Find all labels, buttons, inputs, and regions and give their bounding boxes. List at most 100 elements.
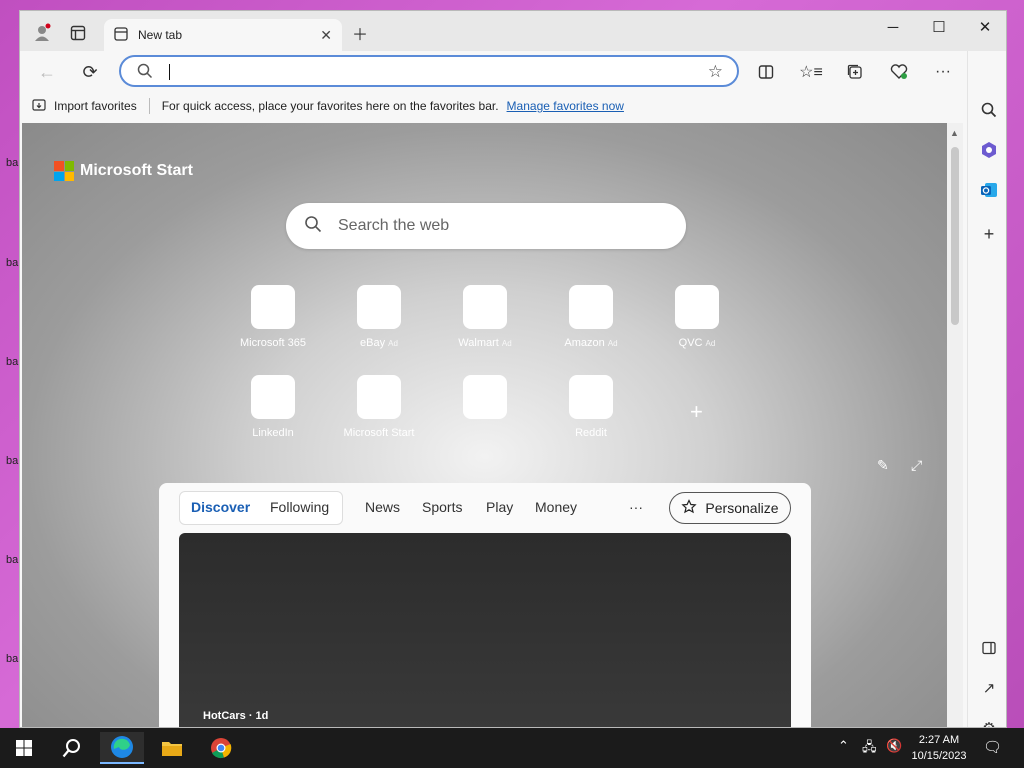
tile-label: LinkedIn — [252, 427, 294, 439]
brand-name: Microsoft Start — [80, 162, 193, 179]
close-window-button[interactable]: ✕ — [962, 11, 1006, 43]
ad-badge: Ad — [388, 339, 398, 348]
maximize-button[interactable]: ☐ — [916, 11, 962, 43]
ad-badge: Ad — [501, 339, 512, 348]
quick-link-tile[interactable]: Microsoft Start — [334, 375, 424, 439]
collections-icon[interactable] — [840, 57, 870, 87]
desktop-icon-label[interactable]: ba — [6, 356, 18, 368]
add-site-icon[interactable]: + — [690, 399, 703, 425]
tile-label: eBay — [360, 337, 386, 349]
split-screen-icon[interactable] — [751, 57, 781, 87]
new-tab-button[interactable]: ＋ — [346, 19, 374, 47]
tab-play[interactable]: Play — [486, 499, 513, 515]
quick-link-tile[interactable]: eBay Ad — [334, 285, 424, 349]
chrome-icon[interactable] — [199, 732, 243, 764]
manage-favorites-link[interactable]: Manage favorites now — [507, 99, 624, 113]
add-sidebar-app-icon[interactable]: + — [976, 221, 1002, 247]
profile-icon[interactable] — [28, 19, 56, 47]
tab-sports[interactable]: Sports — [422, 499, 462, 515]
quick-link-tile[interactable]: Microsoft 365 — [228, 285, 318, 349]
hide-sidebar-icon[interactable] — [976, 635, 1002, 661]
file-explorer-icon[interactable] — [150, 732, 194, 764]
favorites-icon[interactable]: ☆≡ — [796, 57, 826, 87]
quick-link-tile[interactable] — [440, 375, 530, 427]
outlook-icon[interactable] — [976, 177, 1002, 203]
tile-icon — [357, 285, 401, 329]
divider — [148, 98, 150, 114]
tab-new-tab[interactable]: New tab ✕ — [104, 19, 342, 51]
quick-link-tile[interactable]: QVC Ad — [652, 285, 742, 349]
minimize-button[interactable]: ─ — [870, 11, 916, 43]
clock-time: 2:27 AM — [918, 734, 960, 746]
microsoft-start-brand[interactable]: Microsoft Start — [54, 161, 193, 181]
tab-money[interactable]: Money — [535, 499, 577, 515]
settings-icon[interactable]: ⚙ — [976, 715, 1002, 727]
import-favorites-icon[interactable] — [32, 98, 46, 115]
browser-essentials-icon[interactable] — [884, 57, 914, 87]
start-button[interactable] — [2, 732, 46, 764]
newtab-icon — [114, 26, 128, 44]
personalize-label: Personalize — [705, 500, 779, 516]
search-icon[interactable] — [976, 97, 1002, 123]
refresh-button[interactable]: ⟳ — [75, 57, 105, 87]
tile-label: Microsoft Start — [343, 427, 415, 439]
tab-news[interactable]: News — [365, 499, 400, 515]
tab-discover[interactable]: Discover — [191, 499, 250, 515]
search-icon[interactable] — [50, 732, 94, 764]
system-clock[interactable]: 2:27 AM 10/15/2023 — [903, 732, 975, 764]
desktop-icon-label[interactable]: ba — [6, 653, 18, 665]
tools-icon[interactable] — [976, 137, 1002, 163]
edge-sidebar: + ↗ ⚙ — [967, 51, 1006, 727]
desktop-icon-label[interactable]: ba — [6, 554, 18, 566]
more-tabs-button[interactable]: ··· — [629, 499, 643, 515]
favorite-star-icon[interactable]: ☆ — [708, 62, 723, 82]
volume-muted-icon[interactable]: 🔇 — [886, 738, 902, 754]
news-feed: Discover Following News Sports Play Mone… — [159, 483, 811, 727]
quick-link-tile[interactable]: Walmart Ad — [440, 285, 530, 349]
tile-label: QVC — [678, 337, 703, 349]
browser-window: New tab ✕ ＋ ─ ☐ ✕ ← ⟳ ☆ ☆≡ ··· Import fa… — [19, 10, 1007, 728]
desktop-icon-label[interactable]: ba — [6, 257, 18, 269]
tab-following[interactable]: Following — [270, 499, 329, 515]
web-search-box[interactable]: Search the web — [286, 203, 686, 249]
more-options-icon[interactable]: ··· — [928, 57, 958, 87]
import-favorites-button[interactable]: Import favorites — [54, 99, 137, 113]
tile-icon — [675, 285, 719, 329]
workspaces-icon[interactable] — [64, 19, 92, 47]
card-source: HotCars · 1d — [203, 710, 269, 722]
desktop-icon-label[interactable]: ba — [6, 455, 18, 467]
desktop-icon-label[interactable]: ba — [6, 157, 18, 169]
external-link-icon[interactable]: ↗ — [976, 675, 1002, 701]
close-tab-icon[interactable]: ✕ — [320, 27, 332, 44]
scrollbar-thumb[interactable] — [951, 147, 959, 325]
personalize-button[interactable]: Personalize — [669, 492, 791, 524]
quick-link-tile[interactable]: Reddit — [546, 375, 636, 439]
title-bar: New tab ✕ ＋ ─ ☐ ✕ — [20, 11, 1006, 51]
news-card[interactable]: HotCars · 1d — [179, 533, 791, 727]
notifications-icon[interactable]: 🗨 — [983, 738, 1002, 756]
new-tab-page: Microsoft Start Search the web Microsoft… — [22, 123, 947, 727]
tile-label: Reddit — [575, 427, 607, 439]
edge-taskbar-icon[interactable] — [100, 732, 144, 764]
scroll-up-icon[interactable]: ▲ — [950, 128, 959, 138]
microsoft-logo-icon — [54, 161, 74, 181]
tile-label: Amazon — [564, 337, 605, 349]
tile-icon — [463, 285, 507, 329]
show-hidden-icons-icon[interactable]: ⌃ — [838, 738, 849, 754]
tab-title: New tab — [138, 28, 183, 42]
favorites-hint: For quick access, place your favorites h… — [161, 99, 499, 113]
ad-badge: Ad — [705, 339, 716, 348]
back-button[interactable]: ← — [32, 57, 62, 87]
address-input[interactable] — [173, 62, 693, 82]
page-scrollbar[interactable]: ▲ — [947, 123, 963, 727]
expand-icon[interactable]: ⤢ — [911, 457, 922, 474]
tile-icon — [357, 375, 401, 419]
page-settings-icon[interactable]: ✎ — [877, 457, 889, 474]
quick-link-tile[interactable]: Amazon Ad — [546, 285, 636, 349]
quick-link-tile[interactable]: LinkedIn — [228, 375, 318, 439]
search-icon — [304, 215, 322, 238]
toolbar: ← ⟳ ☆ ☆≡ ··· — [20, 51, 1006, 91]
address-bar[interactable]: ☆ — [119, 55, 739, 87]
network-icon[interactable]: 🖧 — [862, 738, 877, 760]
clock-date: 10/15/2023 — [911, 750, 967, 762]
